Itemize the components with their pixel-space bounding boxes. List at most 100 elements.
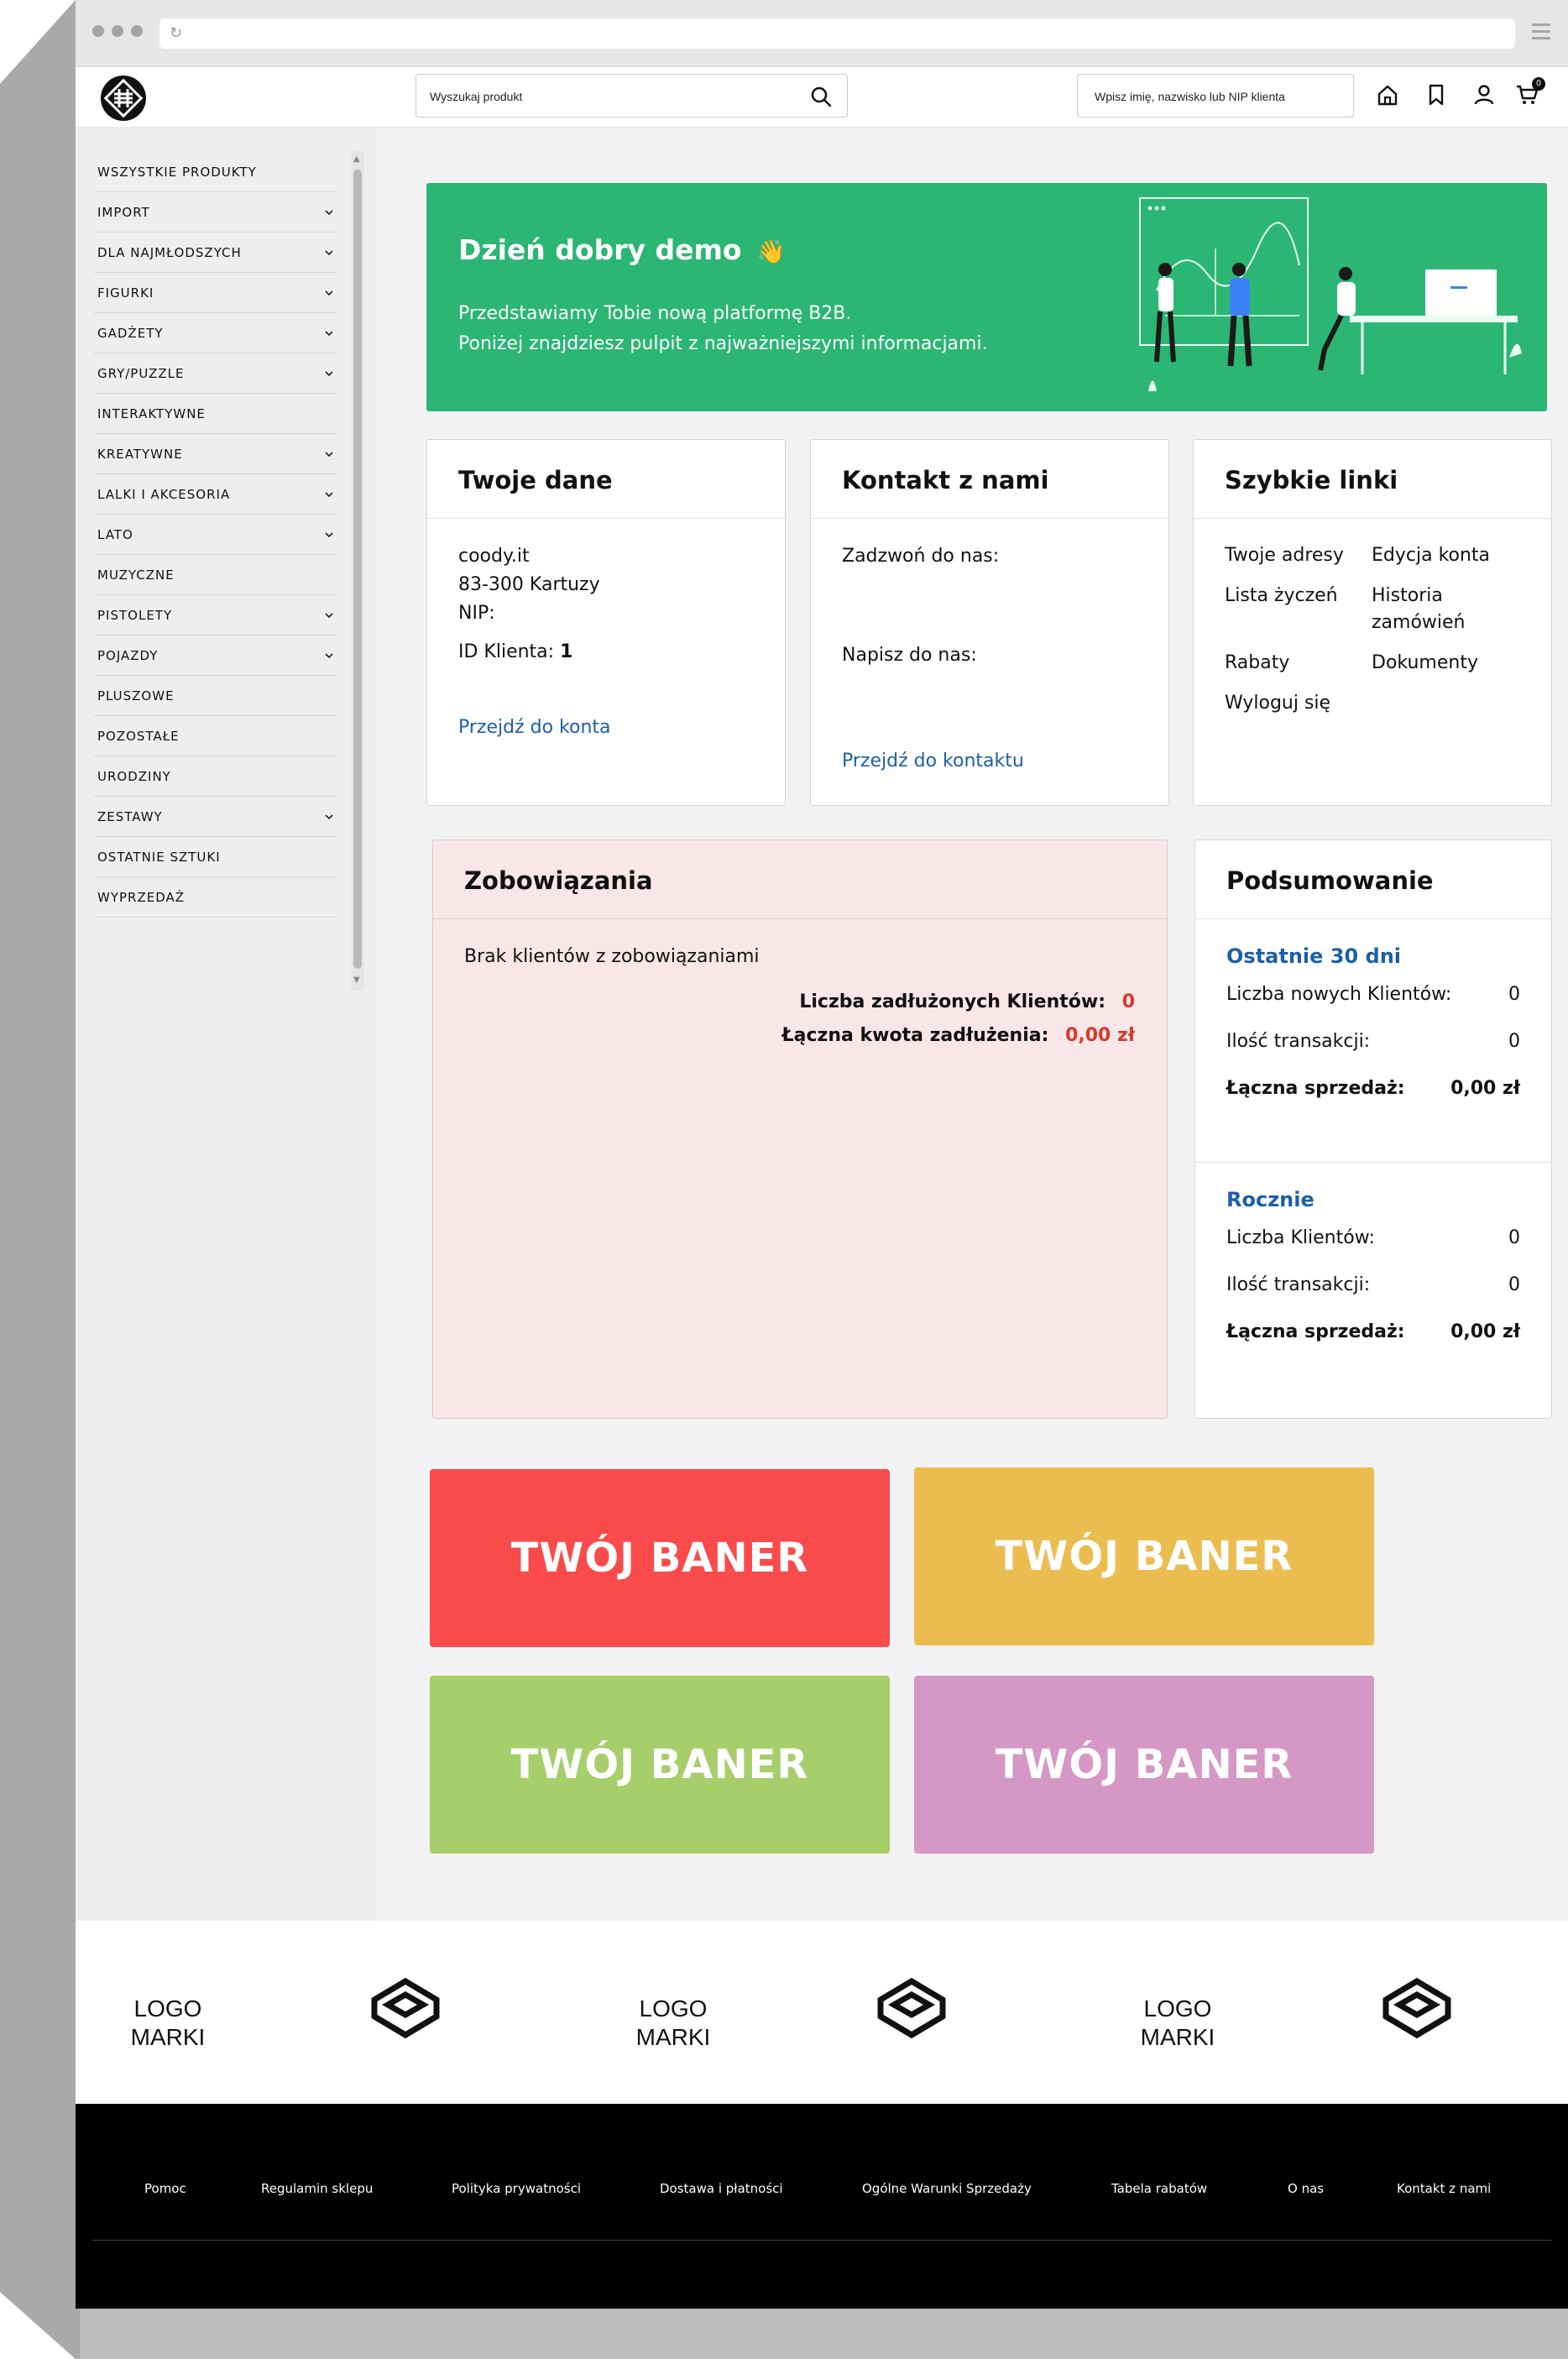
wave-emoji-icon: 👋 [756, 238, 786, 265]
last30-sales-row: Łączna sprzedaż: 0,00 zł [1226, 1065, 1520, 1112]
scroll-down-icon[interactable]: ▼ [353, 976, 360, 985]
home-icon[interactable] [1375, 82, 1400, 107]
quick-link-order-history[interactable]: Historia zamówień [1372, 583, 1520, 636]
sidebar-category-item[interactable]: GADŻETY [94, 313, 337, 353]
sidebar-category-item[interactable]: PISTOLETY [94, 595, 337, 636]
promo-banner-yellow[interactable]: TWÓJ BANER [914, 1467, 1374, 1645]
sidebar-category-item[interactable]: KREATYWNE [94, 434, 337, 474]
chevron-down-icon[interactable] [324, 530, 334, 540]
window-control-dot[interactable] [112, 25, 123, 37]
brand-logo-line1: LOGO [1143, 1995, 1212, 2022]
last30-sales-value: 0,00 zł [1450, 1078, 1520, 1099]
sidebar-category-item[interactable]: INTERAKTYWNE [94, 394, 337, 434]
sidebar-scroll-thumb[interactable] [353, 170, 362, 969]
sidebar-category-item[interactable]: PLUSZOWE [94, 676, 337, 716]
chevron-down-icon[interactable] [324, 610, 334, 620]
sidebar-category-item[interactable]: OSTATNIE SZTUKI [94, 837, 337, 877]
quick-link-logout[interactable]: Wyloguj się [1225, 690, 1372, 717]
chevron-down-icon[interactable] [324, 812, 334, 822]
last30-title: Ostatnie 30 dni [1226, 944, 1402, 968]
contact-section: Kontakt z nami Zadzwoń do nas: Napisz do… [810, 439, 1169, 806]
brand-logo-text[interactable]: LOGO MARKI [631, 1995, 715, 2052]
sidebar-category-label: FIGURKI [97, 285, 154, 301]
sidebar-category-label: ZESTAWY [97, 809, 163, 824]
sidebar-category-item[interactable]: WSZYSTKIE PRODUKTY [94, 152, 337, 192]
sidebar-category-item[interactable]: ZESTAWY [94, 797, 337, 837]
last30-sales-label: Łączna sprzedaż: [1226, 1078, 1405, 1099]
brand-logo-text[interactable]: LOGO MARKI [1136, 1995, 1220, 2052]
browser-window: ↻ Wyszukaj produkt Wpisz imię, nazwisko … [76, 0, 1568, 2309]
quick-link-addresses[interactable]: Twoje adresy [1225, 542, 1372, 569]
sidebar-category-item[interactable]: POJAZDY [94, 636, 337, 676]
chevron-down-icon[interactable] [324, 651, 334, 661]
sidebar-category-item[interactable]: GRY/PUZZLE [94, 353, 337, 394]
go-to-account-link[interactable]: Przejdź do konta [458, 714, 754, 742]
footer-link-discount-table[interactable]: Tabela rabatów [1111, 2181, 1207, 2196]
brand-cube-icon[interactable] [1381, 1975, 1453, 2047]
quick-link-wishlist[interactable]: Lista życzeń [1225, 583, 1372, 636]
yearly-clients-value: 0 [1508, 1227, 1520, 1248]
quick-link-documents[interactable]: Dokumenty [1372, 650, 1520, 677]
brand-logo-line2: MARKI [635, 2024, 711, 2050]
sidebar-category-item[interactable]: WYPRZEDAŻ [94, 877, 337, 918]
search-icon[interactable] [809, 85, 833, 108]
window-control-dot[interactable] [92, 25, 104, 37]
quick-link-discounts[interactable]: Rabaty [1225, 650, 1372, 677]
bookmark-icon[interactable] [1424, 82, 1449, 107]
yearly-sales-value: 0,00 zł [1450, 1321, 1520, 1342]
your-data-section: Twoje dane coody.it 83-300 Kartuzy NIP: … [426, 439, 786, 806]
product-search [416, 74, 848, 118]
sidebar-category-item[interactable]: FIGURKI [94, 273, 337, 313]
promo-banner-green[interactable]: TWÓJ BANER [430, 1676, 890, 1854]
browser-menu-icon[interactable] [1532, 24, 1550, 44]
go-to-contact-link[interactable]: Przejdź do kontaktu [842, 747, 1137, 776]
chevron-down-icon[interactable] [324, 369, 334, 379]
sidebar-category-item[interactable]: MUZYCZNE [94, 555, 337, 595]
chevron-down-icon[interactable] [324, 288, 334, 298]
chevron-down-icon[interactable] [324, 248, 334, 258]
footer-link-help[interactable]: Pomoc [144, 2181, 186, 2196]
footer-link-delivery[interactable]: Dostawa i płatności [660, 2181, 783, 2196]
brand-cube-icon[interactable] [369, 1975, 442, 2047]
client-search-input[interactable] [1095, 86, 1346, 107]
user-icon[interactable] [1471, 82, 1497, 107]
sidebar-scrollbar[interactable]: ▲ ▼ [351, 151, 364, 991]
footer-link-contact[interactable]: Kontakt z nami [1397, 2181, 1491, 2196]
brand-logo-text[interactable]: LOGO MARKI [126, 1995, 210, 2052]
summary-section: Podsumowanie Ostatnie 30 dni Liczba nowy… [1194, 840, 1552, 1419]
sidebar-category-item[interactable]: LATO [94, 515, 337, 555]
chevron-down-icon[interactable] [324, 489, 334, 500]
sidebar-category-label: LATO [97, 527, 133, 542]
footer-link-privacy[interactable]: Polityka prywatności [452, 2181, 581, 2196]
sidebar-category-label: INTERAKTYWNE [97, 406, 206, 421]
chevron-down-icon[interactable] [324, 328, 334, 338]
chevron-down-icon[interactable] [324, 449, 334, 459]
footer-link-terms[interactable]: Regulamin sklepu [261, 2181, 373, 2196]
promo-banner-red[interactable]: TWÓJ BANER [430, 1469, 890, 1647]
sidebar-category-item[interactable]: DLA NAJMŁODSZYCH [94, 233, 337, 273]
sidebar-category-item[interactable]: LALKI I AKCESORIA [94, 474, 337, 515]
promo-banner-pink[interactable]: TWÓJ BANER [914, 1676, 1374, 1854]
address-bar[interactable]: ↻ [159, 18, 1515, 49]
sidebar-category-item[interactable]: IMPORT [94, 192, 337, 233]
footer-link-sales-terms[interactable]: Ogólne Warunki Sprzedaży [862, 2181, 1032, 2196]
yearly-transactions-row: Ilość transakcji: 0 [1226, 1262, 1520, 1309]
product-search-input[interactable] [430, 86, 791, 107]
sidebar-category-item[interactable]: POZOSTAŁE [94, 716, 337, 756]
total-debt-label: Łączna kwota zadłużenia: [781, 1025, 1049, 1046]
sidebar-category-label: DLA NAJMŁODSZYCH [97, 245, 242, 260]
brand-cube-icon[interactable] [875, 1975, 948, 2047]
obligations-title: Zobowiązania [433, 840, 1167, 919]
footer-link-about[interactable]: O nas [1288, 2181, 1324, 2196]
reload-icon[interactable]: ↻ [170, 24, 182, 42]
total-debt-row: Łączna kwota zadłużenia: 0,00 zł [782, 1025, 1135, 1046]
sidebar-category-item[interactable]: URODZINY [94, 756, 337, 797]
yearly-title: Rocznie [1226, 1188, 1315, 1211]
chevron-down-icon[interactable] [324, 207, 334, 217]
window-control-dot[interactable] [131, 25, 143, 37]
site-logo[interactable] [99, 74, 148, 123]
scroll-up-icon[interactable]: ▲ [353, 154, 360, 164]
write-to-us-label: Napisz do nas: [842, 645, 977, 666]
quick-link-edit-account[interactable]: Edycja konta [1372, 542, 1520, 569]
company-address: 83-300 Kartuzy [458, 574, 600, 595]
